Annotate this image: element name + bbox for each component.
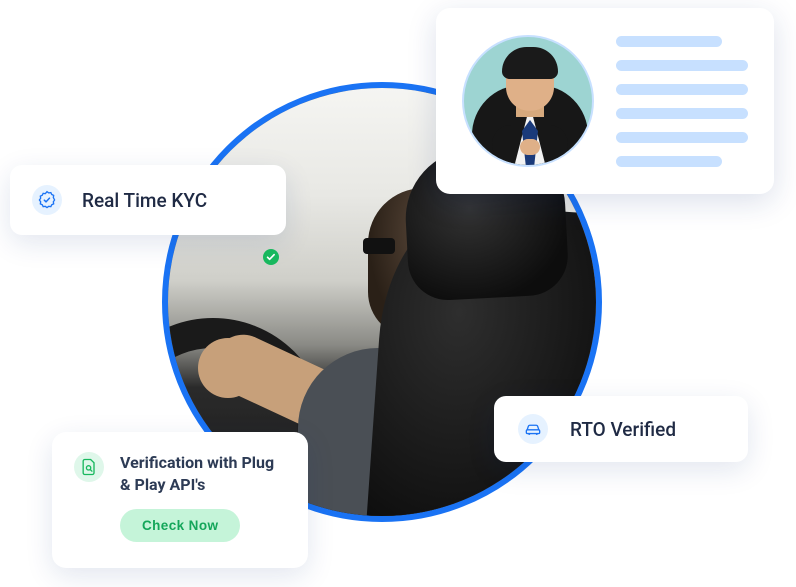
api-title: Verification with Plug & Play API's <box>120 452 286 495</box>
placeholder-line <box>616 156 722 167</box>
placeholder-line <box>616 84 748 95</box>
api-card: Verification with Plug & Play API's Chec… <box>52 432 308 568</box>
kyc-label: Real Time KYC <box>82 189 207 212</box>
check-now-button[interactable]: Check Now <box>120 509 240 542</box>
placeholder-line <box>616 36 722 47</box>
car-icon <box>518 414 548 444</box>
id-placeholder-lines <box>616 36 748 167</box>
check-icon <box>262 248 280 266</box>
placeholder-line <box>616 60 748 71</box>
id-card <box>436 8 774 194</box>
kyc-card: Real Time KYC <box>10 165 286 235</box>
avatar <box>462 35 594 167</box>
placeholder-line <box>616 108 748 119</box>
document-search-icon <box>74 452 104 482</box>
rto-label: RTO Verified <box>570 418 676 441</box>
verified-badge-icon <box>32 185 62 215</box>
placeholder-line <box>616 132 748 143</box>
rto-card: RTO Verified <box>494 396 748 462</box>
